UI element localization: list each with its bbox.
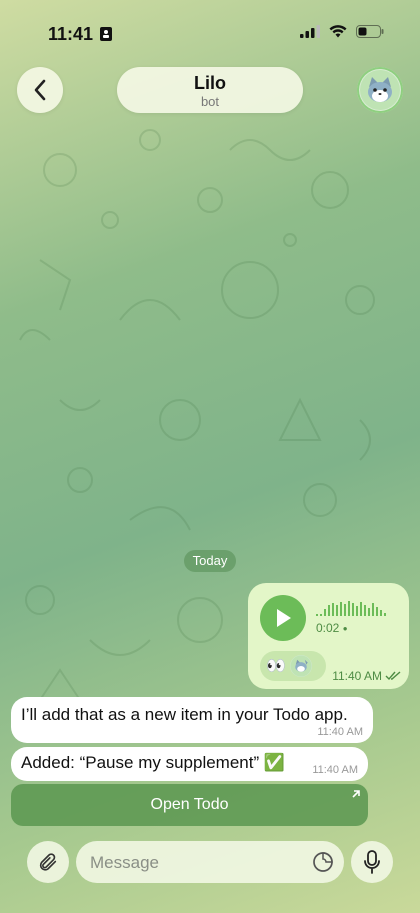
battery-icon: [356, 25, 384, 38]
outgoing-voice-message[interactable]: 0:02 ● 👀 11:40 AM: [248, 583, 409, 689]
chevron-left-icon: [34, 79, 46, 101]
message-input[interactable]: [88, 841, 302, 885]
message-time: 11:40 AM: [312, 764, 358, 776]
cat-avatar-icon: [290, 655, 312, 677]
microphone-icon: [364, 850, 380, 874]
arrow-up-right-icon: [352, 790, 360, 798]
attach-button[interactable]: [27, 841, 69, 883]
date-separator: Today: [184, 550, 236, 572]
reactor-avatar: [289, 655, 312, 677]
double-check-icon: [385, 671, 401, 681]
message-time: 11:40 AM: [317, 726, 363, 738]
id-card-icon: [100, 27, 113, 41]
status-time: 11:41: [48, 24, 113, 45]
voice-duration: 0:02 ●: [316, 621, 348, 635]
reaction-emoji: 👀: [266, 658, 286, 675]
incoming-message[interactable]: I’ll add that as a new item in your Todo…: [11, 697, 373, 743]
voice-record-button[interactable]: [351, 841, 393, 883]
cellular-signal-icon: [300, 25, 320, 38]
message-text: Added: “Pause my supplement” ✅: [21, 753, 286, 772]
chat-title: Lilo: [194, 73, 226, 93]
voice-waveform: [316, 601, 386, 616]
chat-subtitle: bot: [200, 94, 220, 109]
back-button[interactable]: [17, 67, 63, 113]
reaction-chip[interactable]: 👀: [260, 651, 326, 681]
bot-avatar[interactable]: [357, 67, 403, 113]
play-icon: [277, 609, 291, 627]
inline-button-label: Open Todo: [150, 796, 229, 813]
message-input-wrapper: [76, 841, 344, 885]
status-bar: 11:41: [0, 0, 420, 54]
paperclip-icon: [39, 853, 57, 871]
open-todo-button[interactable]: Open Todo: [11, 784, 368, 826]
message-time: 11:40 AM: [332, 669, 401, 683]
sticker-icon[interactable]: [312, 851, 334, 873]
cat-avatar-icon: [360, 70, 400, 110]
incoming-message[interactable]: Added: “Pause my supplement” ✅ 11:40 AM: [11, 747, 368, 781]
message-text: I’ll add that as a new item in your Todo…: [21, 705, 348, 724]
chat-title-pill[interactable]: Lilo bot: [117, 67, 303, 113]
play-button[interactable]: [260, 595, 306, 641]
wifi-icon: [329, 25, 347, 38]
